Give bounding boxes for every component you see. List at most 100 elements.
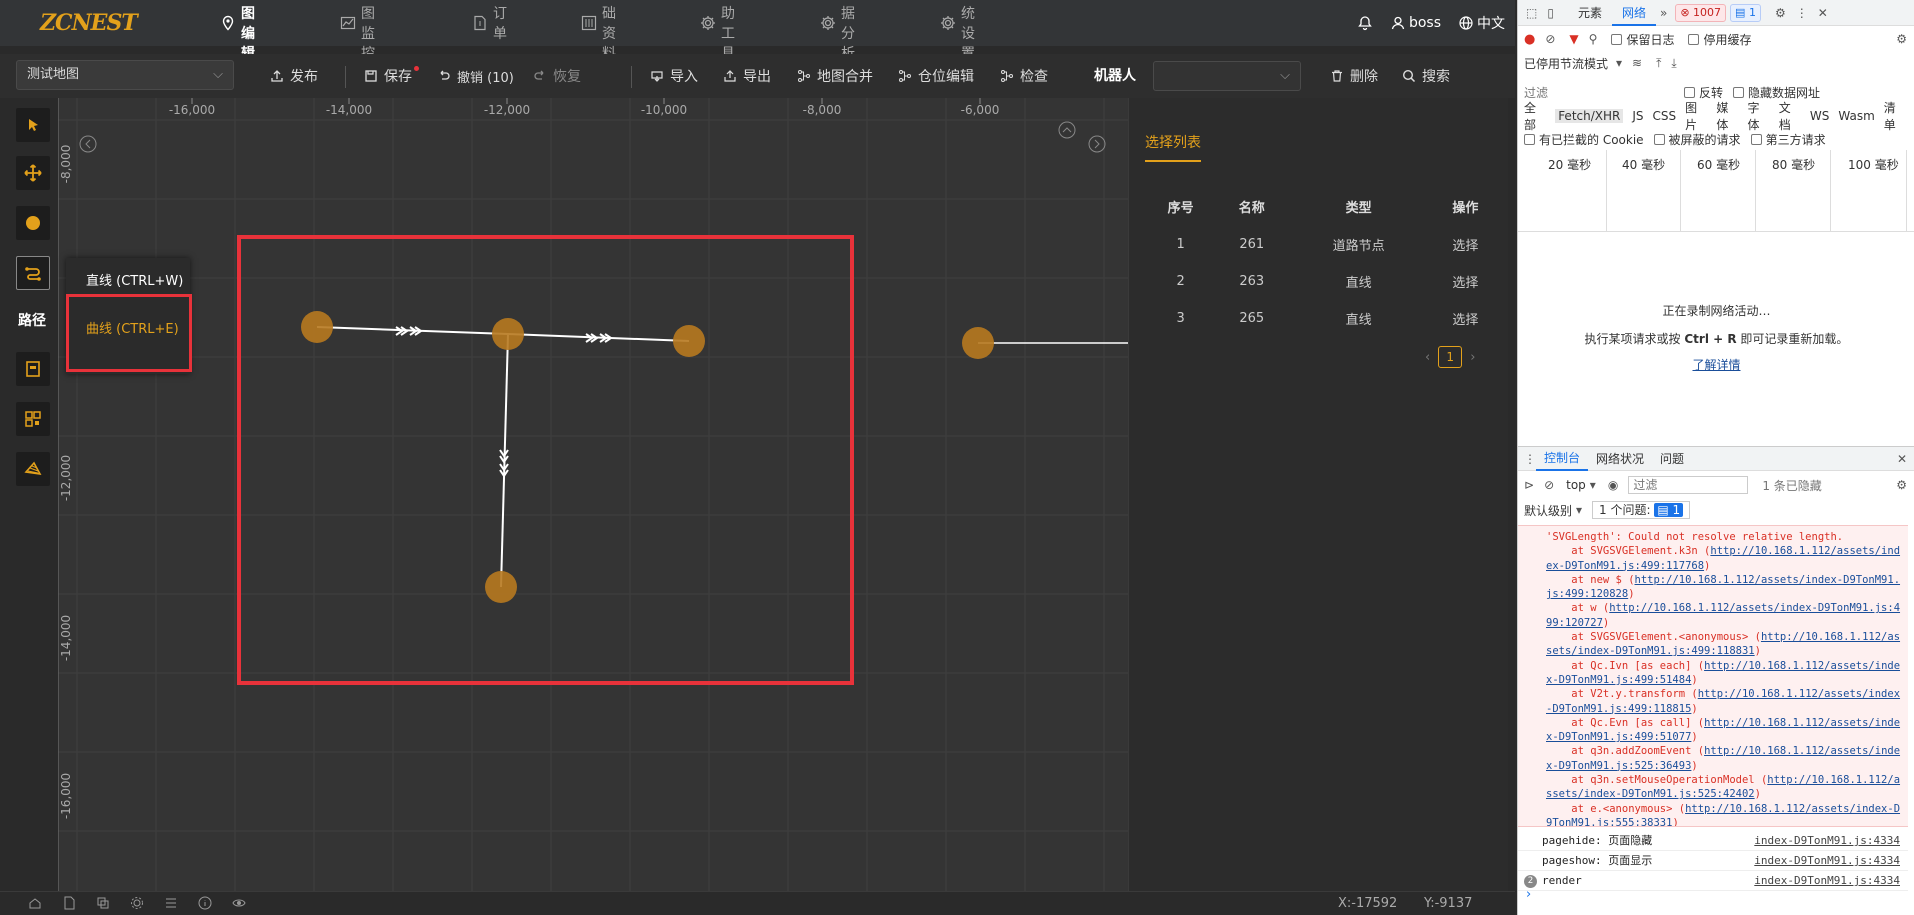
nav-item-6[interactable]: 系统设置 xyxy=(940,0,977,62)
map-node[interactable] xyxy=(962,327,994,359)
pan-left-button[interactable] xyxy=(79,135,97,153)
clear-console-icon[interactable]: ⊘ xyxy=(1544,478,1554,492)
close-icon[interactable]: ✕ xyxy=(1818,6,1828,20)
download-icon[interactable]: ⤓ xyxy=(1671,56,1676,71)
kebab-menu-icon[interactable]: ⋮ xyxy=(1796,6,1808,20)
delete-button[interactable]: 删除 xyxy=(1330,54,1378,98)
user-menu[interactable]: boss xyxy=(1391,15,1441,31)
nav-item-5[interactable]: 数据分析 xyxy=(820,0,857,62)
cookie-filter-checkbox[interactable] xyxy=(1653,133,1665,145)
gear-icon[interactable]: ⚙ xyxy=(1896,478,1907,492)
type-filter-7[interactable]: 文档 xyxy=(1779,99,1801,133)
cookie-filter-checkbox[interactable] xyxy=(1750,133,1762,145)
merge-map-button[interactable]: 地图合并 xyxy=(797,54,873,98)
save-button[interactable]: 保存 xyxy=(364,54,419,98)
kebab-menu-icon[interactable]: ⋮ xyxy=(1524,452,1536,466)
nav-item-2[interactable]: 订单 xyxy=(472,0,509,46)
cookie-filter-checkbox[interactable] xyxy=(1524,133,1535,145)
map-svg[interactable]: -16,000 -14,000 -12,000 -10,000 -8,000 -6,000… xyxy=(58,98,1128,891)
next-page-icon[interactable]: › xyxy=(1470,350,1475,365)
location-tool[interactable] xyxy=(16,352,50,386)
undo-button[interactable]: 撤销 (10) xyxy=(437,54,514,98)
robot-select[interactable]: ⌵ xyxy=(1153,61,1301,91)
type-filter-5[interactable]: 媒体 xyxy=(1716,99,1738,133)
wifi-icon[interactable]: ≋ xyxy=(1632,56,1642,70)
check-button[interactable]: 检查 xyxy=(1000,54,1048,98)
qrcode-tool[interactable] xyxy=(16,402,50,436)
context-select[interactable]: top xyxy=(1566,478,1586,492)
tab-elements[interactable]: 元素 xyxy=(1568,0,1612,26)
node-tool[interactable] xyxy=(16,206,50,240)
tab-network[interactable]: 网络 xyxy=(1611,0,1656,26)
more-tabs-icon[interactable]: » xyxy=(1660,6,1667,20)
device-toggle-icon[interactable]: ▯ xyxy=(1547,6,1554,20)
log-level-select[interactable]: 默认级别 xyxy=(1524,502,1572,519)
map-select[interactable]: 测试地图 ⌵ xyxy=(16,60,234,90)
learn-more-link[interactable]: 了解详情 xyxy=(1518,356,1914,373)
map-node[interactable] xyxy=(492,318,524,350)
map-node[interactable] xyxy=(301,311,333,343)
tab-issues[interactable]: 问题 xyxy=(1652,447,1692,471)
console-prompt[interactable]: › xyxy=(1526,887,1531,902)
info-icon[interactable] xyxy=(198,896,212,910)
select-tool[interactable] xyxy=(16,108,50,142)
selection-panel-title[interactable]: 选择列表 xyxy=(1145,132,1201,152)
type-filter-8[interactable]: WS xyxy=(1810,109,1829,123)
nav-item-4[interactable]: 辅助工具 xyxy=(700,0,737,62)
nav-item-0[interactable]: 地图编辑 xyxy=(220,0,257,62)
log-source-link[interactable]: index-D9TonM91.js:4334 xyxy=(1754,831,1900,851)
disable-cache-checkbox[interactable] xyxy=(1688,33,1700,45)
console-filter-input[interactable]: 过滤 xyxy=(1628,476,1749,494)
path-tool[interactable] xyxy=(16,256,50,290)
type-filter-3[interactable]: CSS xyxy=(1653,109,1677,123)
type-filter-2[interactable]: JS xyxy=(1632,109,1643,123)
hide-data-urls-checkbox[interactable] xyxy=(1733,86,1745,98)
map-canvas[interactable]: -16,000 -14,000 -12,000 -10,000 -8,000 -6,000… xyxy=(58,98,1128,891)
language-switch[interactable]: 中文 xyxy=(1459,13,1505,33)
copy-icon[interactable] xyxy=(96,896,110,910)
map-node[interactable] xyxy=(673,325,705,357)
cell-action[interactable]: 选择 xyxy=(1430,226,1501,263)
area-tool[interactable] xyxy=(16,452,50,486)
settings-icon[interactable] xyxy=(130,896,144,910)
type-filter-1[interactable]: Fetch/XHR xyxy=(1555,109,1624,123)
upload-icon[interactable]: ⤒ xyxy=(1656,56,1661,71)
straight-line-option[interactable]: 直线 (CTRL+W) xyxy=(86,270,183,289)
throttle-select[interactable]: 已停用节流模式 xyxy=(1524,55,1608,72)
log-source-link[interactable]: index-D9TonM91.js:4334 xyxy=(1754,851,1900,871)
record-icon[interactable]: ● xyxy=(1524,32,1535,47)
cell-action[interactable]: 选择 xyxy=(1430,263,1501,300)
nav-item-1[interactable]: 地图监控 xyxy=(340,0,377,62)
type-filter-9[interactable]: Wasm xyxy=(1838,109,1874,123)
nav-item-3[interactable]: 基础资料 xyxy=(581,0,618,62)
home-icon[interactable] xyxy=(28,896,42,910)
gear-icon[interactable]: ⚙ xyxy=(1775,6,1786,20)
tab-network-conditions[interactable]: 网络状况 xyxy=(1588,447,1652,471)
type-filter-6[interactable]: 字体 xyxy=(1748,99,1770,133)
prev-page-icon[interactable]: ‹ xyxy=(1425,350,1430,365)
file-icon[interactable] xyxy=(62,896,76,910)
list-icon[interactable] xyxy=(164,896,178,910)
bell-icon[interactable] xyxy=(1357,15,1373,31)
filter-icon[interactable]: ▼ xyxy=(1569,32,1578,46)
type-filter-10[interactable]: 清单 xyxy=(1884,99,1906,133)
curve-option[interactable]: 曲线 (CTRL+E) xyxy=(86,318,179,337)
search-icon[interactable]: ⚲ xyxy=(1589,32,1598,46)
preserve-log-checkbox[interactable] xyxy=(1611,33,1623,45)
sidebar-toggle-icon[interactable]: ⊳ xyxy=(1524,478,1534,492)
export-button[interactable]: 导出 xyxy=(723,54,771,98)
log-source-link[interactable]: index-D9TonM91.js:4334 xyxy=(1754,871,1900,891)
pan-up-button[interactable] xyxy=(1058,121,1076,139)
location-edit-button[interactable]: 仓位编辑 xyxy=(898,54,974,98)
map-node[interactable] xyxy=(485,571,517,603)
clear-icon[interactable]: ⊘ xyxy=(1545,32,1555,46)
type-filter-0[interactable]: 全部 xyxy=(1524,99,1546,133)
eye-icon[interactable]: ◉ xyxy=(1608,478,1618,492)
pan-right-button[interactable] xyxy=(1088,135,1106,153)
inspect-icon[interactable]: ⬚ xyxy=(1526,6,1537,20)
page-number[interactable]: 1 xyxy=(1438,346,1463,368)
redo-button[interactable]: 恢复 xyxy=(533,54,581,98)
eye-icon[interactable] xyxy=(232,896,246,910)
close-icon[interactable]: ✕ xyxy=(1897,452,1907,466)
move-tool[interactable] xyxy=(16,156,50,190)
